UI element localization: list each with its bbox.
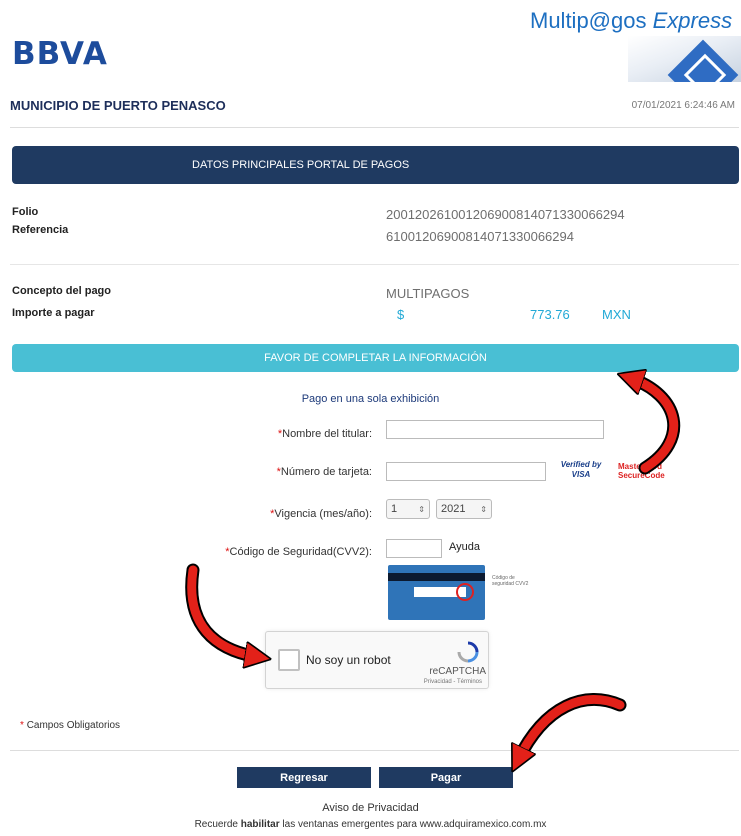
amount-value: 773.76 [530, 307, 570, 322]
arrow-to-recaptcha [185, 563, 265, 664]
datetime: 07/01/2021 6:24:46 AM [631, 100, 735, 111]
cvv-field-label: *Código de Seguridad(CVV2): [152, 546, 372, 558]
reminder-prefix: Recuerde [194, 819, 238, 830]
expiry-month-value: 1 [391, 503, 398, 515]
arrow-to-form-banner [623, 371, 681, 475]
required-fields-text: Campos Obligatorios [26, 720, 121, 731]
help-link[interactable]: Ayuda [449, 541, 480, 553]
card-back-image [388, 565, 485, 620]
referencia-label: Referencia [12, 224, 69, 236]
form-banner: FAVOR DE COMPLETAR LA INFORMACIÓN [12, 344, 739, 372]
mastercard-securecode-logo: MasterCard SecureCode [618, 462, 665, 480]
annotation-arrows [185, 0, 681, 836]
recaptcha-label: No soy un robot [306, 653, 391, 667]
name-field-label: *Nombre del titular: [152, 428, 372, 440]
municipality-title: MUNICIPIO DE PUERTO PENASCO [10, 98, 226, 113]
card-field-label: *Número de tarjeta: [152, 466, 372, 478]
importe-label: Importe a pagar [12, 307, 95, 319]
name-label-text: Nombre del titular: [282, 428, 372, 440]
currency-code: MXN [602, 307, 631, 322]
referencia-value: 61001206900814071330066294 [386, 229, 574, 244]
reminder-suffix: las ventanas emergentes para www.adquira… [282, 819, 547, 830]
bbva-logo: BBVA [12, 36, 108, 72]
required-fields-note: * Campos Obligatorios [20, 720, 120, 731]
currency-symbol: $ [397, 307, 405, 322]
cardholder-name-input[interactable] [386, 420, 604, 439]
payment-mode-text: Pago en una sola exhibición [301, 393, 440, 405]
expiry-field-label: *Vigencia (mes/año): [152, 508, 372, 520]
card-number-input[interactable] [386, 462, 546, 481]
divider [10, 750, 739, 751]
arrow-to-recaptcha-fill [187, 565, 258, 657]
expiry-label-text: Vigencia (mes/año): [274, 508, 372, 520]
magnetic-stripe [388, 573, 485, 581]
stepper-arrows-icon: ⇕ [480, 504, 487, 514]
cvv-input[interactable] [386, 539, 442, 558]
recaptcha-widget: No soy un robot reCAPTCHA Privacidad - T… [265, 631, 489, 689]
expiry-year-value: 2021 [441, 503, 466, 515]
expiry-month-select[interactable]: 1 ⇕ [386, 499, 430, 519]
divider [10, 264, 739, 265]
cvv-note: Código de seguridad CVV2 [492, 575, 529, 587]
reminder-bold: habilitar [240, 819, 280, 830]
cvv-highlight-circle [456, 583, 474, 601]
brand-suffix: Express [652, 8, 733, 33]
required-asterisk: * [20, 720, 24, 731]
folio-value: 20012026100120690081407133006629​4 [386, 207, 625, 222]
brand-prefix: Multip@gos [530, 8, 647, 33]
main-banner: DATOS PRINCIPALES PORTAL DE PAGOS [12, 146, 739, 184]
verified-by-visa-logo: Verified by VISA [560, 460, 602, 479]
popup-reminder: Recuerde habilitar las ventanas emergent… [0, 819, 741, 830]
recaptcha-checkbox[interactable] [278, 649, 300, 671]
recaptcha-brand: reCAPTCHA [429, 666, 486, 677]
multipagos-express-logo: Multip@gos Express [530, 8, 732, 34]
concepto-label: Concepto del pago [12, 285, 111, 297]
pay-button[interactable]: Pagar [379, 767, 513, 788]
stepper-arrows-icon: ⇕ [418, 504, 425, 514]
divider [10, 127, 739, 128]
privacy-notice-link[interactable]: Aviso de Privacidad [0, 802, 741, 814]
card-label-text: Número de tarjeta: [280, 466, 372, 478]
recaptcha-icon [457, 641, 479, 663]
expiry-year-select[interactable]: 2021 ⇕ [436, 499, 492, 519]
folio-label: Folio [12, 206, 39, 218]
cvv-label-text: Código de Seguridad(CVV2): [229, 546, 372, 558]
brand-graphic [628, 36, 741, 82]
back-button[interactable]: Regresar [237, 767, 371, 788]
arrow-to-form-banner-fill [630, 378, 679, 473]
concepto-value: MULTIPAGOS [386, 286, 470, 301]
recaptcha-terms[interactable]: Privacidad - Términos [424, 679, 482, 685]
